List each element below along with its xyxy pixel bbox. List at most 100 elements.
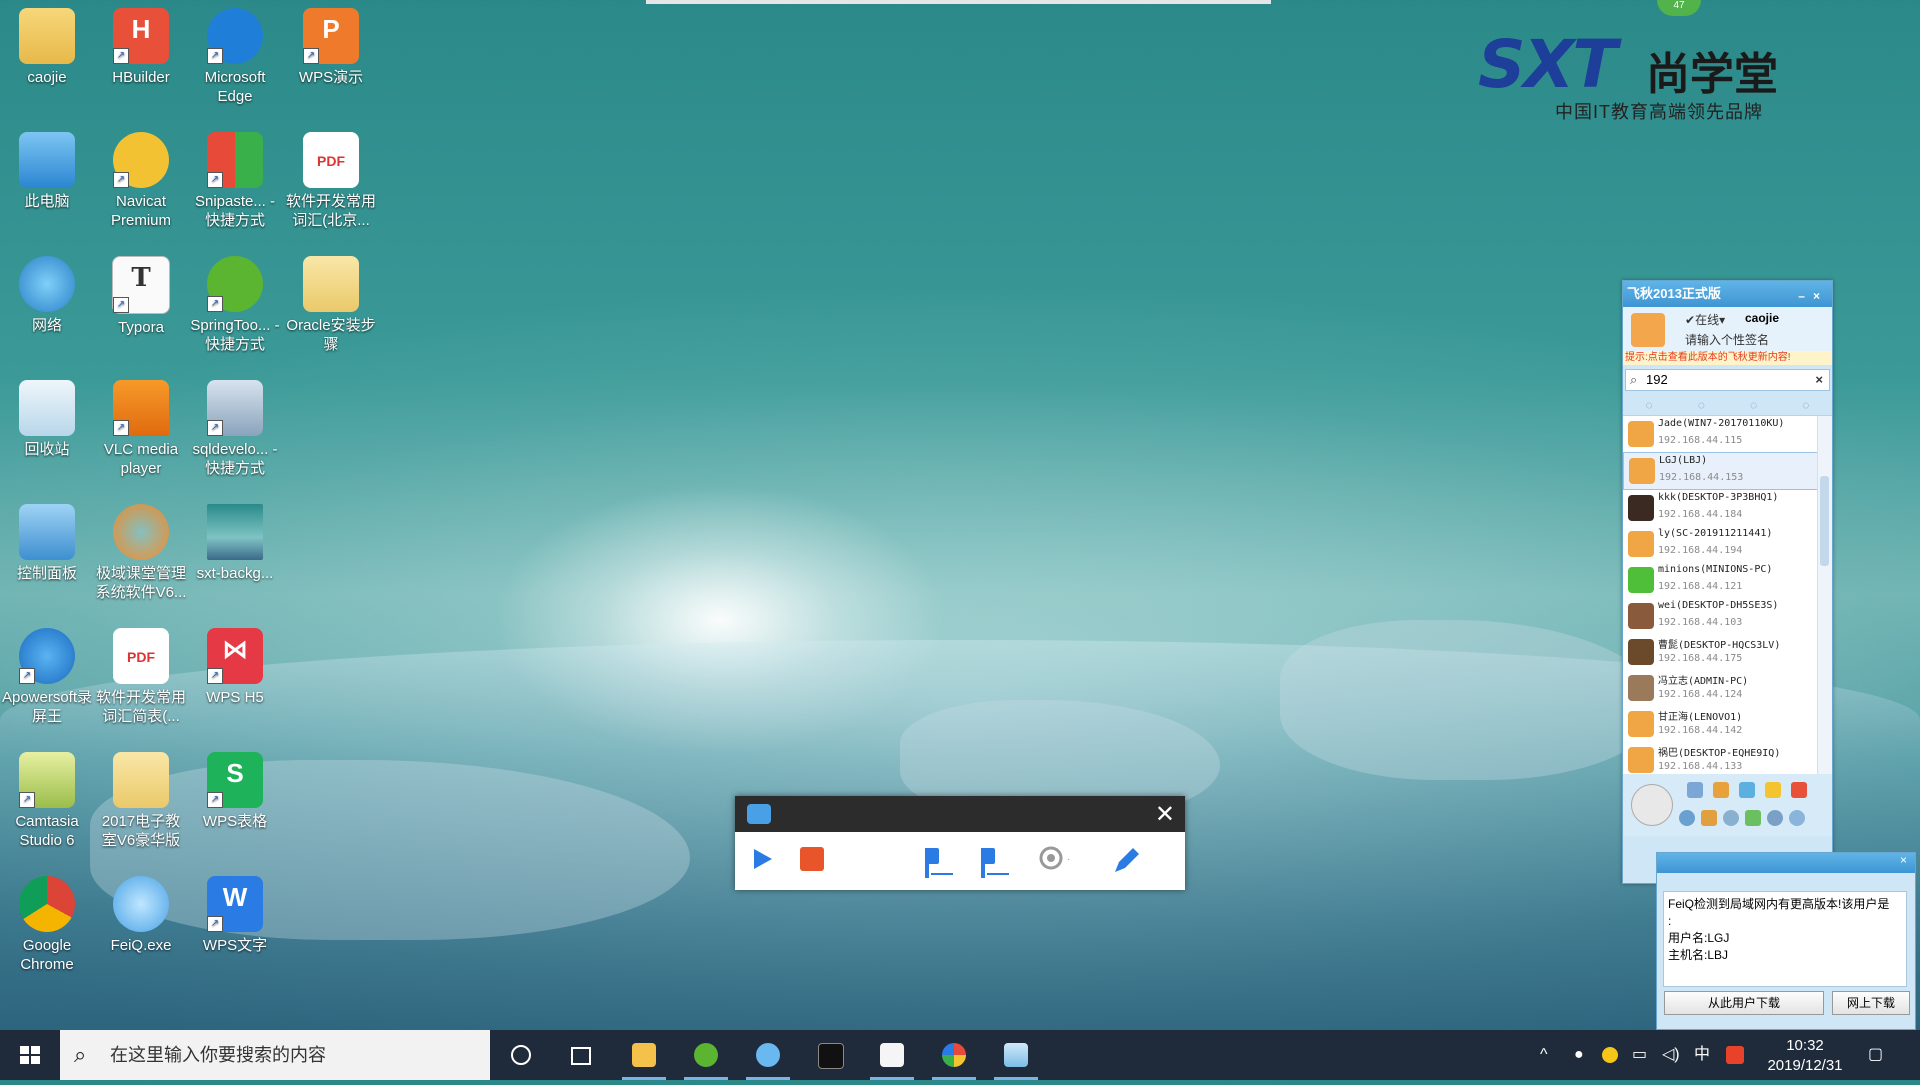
desktop-icon-springtool[interactable]: ↗ SpringToo... - 快捷方式 (189, 250, 281, 354)
close-icon[interactable]: × (1900, 853, 1907, 867)
action-center-icon[interactable]: ▢ (1868, 1030, 1883, 1080)
download-from-user-button[interactable]: 从此用户下载 (1664, 991, 1824, 1015)
desktop-icon-caojie[interactable]: caojie (1, 2, 93, 87)
tray-expand-icon[interactable]: ^ (1540, 1030, 1548, 1080)
desktop-icon-apowersoft[interactable]: ↗ Apowersoft录屏王 (1, 622, 93, 726)
desktop-icon-sxt-background[interactable]: sxt-backg... (189, 498, 281, 583)
desktop-icon-e-classroom[interactable]: 2017电子教室V6豪华版 (95, 746, 187, 850)
update-notice[interactable]: 提示:点击查看此版本的飞秋更新内容! (1623, 351, 1832, 365)
microphone-icon[interactable]: ● (1574, 1030, 1584, 1080)
download-online-button[interactable]: 网上下载 (1832, 991, 1910, 1015)
start-button[interactable] (0, 1030, 60, 1080)
desktop-icon-wps-h5[interactable]: ⋈ ↗ WPS H5 (189, 622, 281, 707)
contact-row[interactable]: 祸巴(DESKTOP-EQHE9IQ) 192.168.44.133 (1623, 742, 1832, 774)
desktop-icon-chrome[interactable]: Google Chrome (1, 870, 93, 974)
desktop-icon-navicat[interactable]: ↗ Navicat Premium (95, 126, 187, 230)
task-view-button[interactable] (552, 1030, 608, 1080)
desktop-icon-hbuilder[interactable]: H ↗ HBuilder (95, 2, 187, 87)
tab-group-icon[interactable]: ◌ (1698, 398, 1705, 412)
apps-icon[interactable] (1791, 782, 1807, 798)
desktop-icon-wps-writer[interactable]: W ↗ WPS文字 (189, 870, 281, 955)
calendar-icon[interactable] (1687, 782, 1703, 798)
add-contact-icon[interactable] (1745, 810, 1761, 826)
desktop-icon-control-panel[interactable]: 控制面板 (1, 498, 93, 583)
desktop-icon-typora[interactable]: T ↗ Typora (95, 250, 187, 337)
tab-chat-icon[interactable]: ◌ (1646, 398, 1653, 412)
close-icon[interactable]: × (1813, 289, 1828, 303)
contact-row[interactable]: ly(SC-201911211441) 192.168.44.194 (1623, 526, 1832, 562)
wps-writer-icon: W ↗ (207, 876, 263, 932)
desktop-icon-wps-presentation[interactable]: P ↗ WPS演示 (285, 2, 377, 87)
ime-indicator[interactable]: 中 (1694, 1030, 1710, 1080)
contact-row[interactable]: wei(DESKTOP-DH5SE3S) 192.168.44.103 (1623, 598, 1832, 634)
desktop-icon-this-pc[interactable]: 此电脑 (1, 126, 93, 211)
desktop-icon-vlc[interactable]: ↗ VLC media player (95, 374, 187, 478)
desktop-icon-sqldeveloper[interactable]: ↗ sqldevelo... - 快捷方式 (189, 374, 281, 478)
clear-search-icon[interactable]: × (1815, 370, 1823, 390)
contact-row[interactable]: 甘正海(LENOVO1) 192.168.44.142 (1623, 706, 1832, 742)
input-method-icon[interactable] (1726, 1030, 1744, 1080)
desktop-icon-edge[interactable]: ↗ Microsoft Edge (189, 2, 281, 106)
notification-badge[interactable]: 47 (1657, 0, 1701, 16)
contact-row[interactable]: Jade(WIN7-20170110KU) 192.168.44.115 (1623, 416, 1832, 452)
pen-icon[interactable] (1111, 846, 1141, 876)
recorder-title-bar[interactable]: ✕ (735, 796, 1185, 832)
cortana-button[interactable] (492, 1030, 548, 1080)
taskbar-feiq[interactable] (740, 1030, 796, 1080)
close-icon[interactable]: ✕ (1155, 800, 1175, 829)
contact-list-scrollbar[interactable] (1817, 416, 1832, 774)
minimize-icon[interactable]: – (1798, 289, 1813, 303)
system-clock[interactable]: 10:32 2019/12/31 (1755, 1036, 1855, 1076)
scrollbar-thumb[interactable] (1820, 476, 1829, 566)
webcam-icon[interactable]: · (1039, 846, 1075, 876)
main-menu-button[interactable] (1631, 784, 1673, 826)
taskbar-springtool[interactable] (678, 1030, 734, 1080)
contact-row[interactable]: 冯立志(ADMIN-PC) 192.168.44.124 (1623, 670, 1832, 706)
recycle-bin-icon (19, 380, 75, 436)
marker-in-icon[interactable] (921, 846, 955, 880)
desktop-icon-feiq[interactable]: FeiQ.exe (95, 870, 187, 955)
popup-message: FeiQ检测到局域网内有更高版本!该用户是 : 用户名:LGJ 主机名:LBJ (1663, 891, 1907, 987)
taskbar-paint[interactable] (926, 1030, 982, 1080)
signature-field[interactable]: 请输入个性签名 (1685, 331, 1769, 348)
security-tray-icon[interactable] (1602, 1030, 1618, 1080)
feiq-title-bar[interactable]: 飞秋2013正式版 –× (1623, 281, 1832, 307)
avatar[interactable] (1631, 313, 1665, 347)
tab-contacts-icon[interactable]: ◌ (1750, 398, 1757, 412)
desktop-icon-network[interactable]: 网络 (1, 250, 93, 335)
desktop-icon-snipaste[interactable]: ↗ Snipaste... - 快捷方式 (189, 126, 281, 230)
status-selector[interactable]: ✔在线▾ (1685, 311, 1725, 328)
desktop-icon-camtasia[interactable]: ↗ Camtasia Studio 6 (1, 746, 93, 850)
refresh-icon[interactable] (1679, 810, 1695, 826)
taskbar-file-explorer[interactable] (616, 1030, 672, 1080)
popup-title-bar[interactable]: × (1657, 853, 1915, 873)
search-icon[interactable] (1767, 810, 1783, 826)
stop-icon[interactable] (799, 846, 825, 872)
taskbar-search-input[interactable]: ⌕ 在这里输入你要搜索的内容 (60, 1030, 490, 1080)
desktop-icon-oracle-doc[interactable]: Oracle安装步骤 (285, 250, 377, 354)
contact-row[interactable]: kkk(DESKTOP-3P3BHQ1) 192.168.44.184 (1623, 490, 1832, 526)
tab-recent-icon[interactable]: ◌ (1802, 398, 1809, 412)
contact-row[interactable]: LGJ(LBJ) 192.168.44.153 (1623, 452, 1832, 490)
desktop-icon-classroom-manager[interactable]: 极域课堂管理系统软件V6... (95, 498, 187, 602)
contact-search-input[interactable]: ⌕ 192 × (1625, 369, 1830, 391)
desktop-icon-pdf-vocab[interactable]: PDF 软件开发常用词汇(北京... (285, 126, 377, 230)
marker-out-icon[interactable] (977, 846, 1011, 880)
taskbar-recorder[interactable] (988, 1030, 1044, 1080)
taskbar-typora[interactable] (864, 1030, 920, 1080)
folder-icon[interactable] (1713, 782, 1729, 798)
help-icon[interactable] (1789, 810, 1805, 826)
taskbar-terminal[interactable] (802, 1030, 858, 1080)
network-tray-icon[interactable]: ▭ (1632, 1030, 1647, 1080)
contact-row[interactable]: minions(MINIONS-PC) 192.168.44.121 (1623, 562, 1832, 598)
desktop-icon-wps-spreadsheet[interactable]: S ↗ WPS表格 (189, 746, 281, 831)
contact-row[interactable]: 曹髭(DESKTOP-HQCS3LV) 192.168.44.175 (1623, 634, 1832, 670)
play-icon[interactable] (749, 846, 775, 872)
desktop-icon-pdf-vocab-table[interactable]: PDF 软件开发常用词汇简表(... (95, 622, 187, 726)
share-icon[interactable] (1739, 782, 1755, 798)
star-icon[interactable] (1765, 782, 1781, 798)
desktop-icon-recycle-bin[interactable]: 回收站 (1, 374, 93, 459)
settings-icon[interactable] (1723, 810, 1739, 826)
users-icon[interactable] (1701, 810, 1717, 826)
volume-icon[interactable]: ◁) (1662, 1030, 1680, 1080)
